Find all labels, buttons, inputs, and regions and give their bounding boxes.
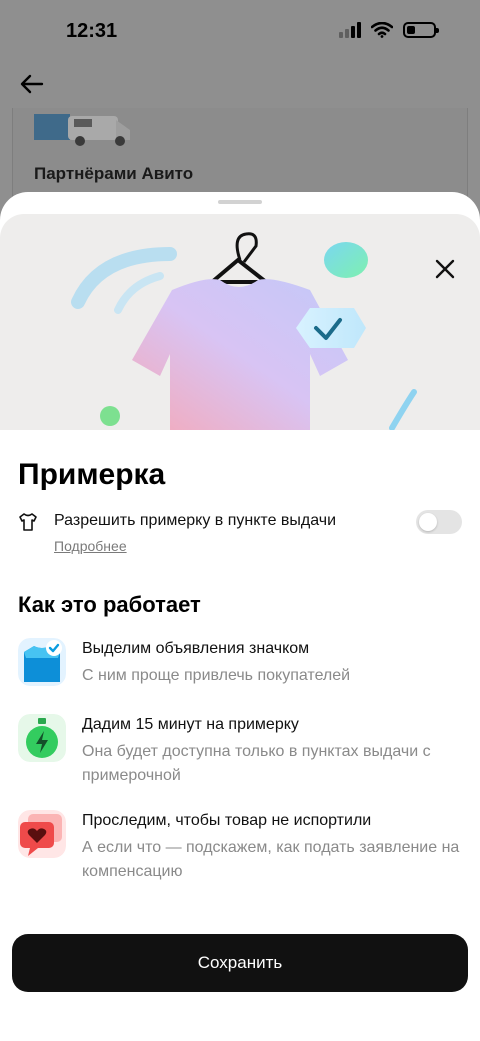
- feature-title: Проследим, чтобы товар не испортили: [82, 812, 372, 829]
- badge-icon: [18, 638, 66, 686]
- status-time: 12:31: [66, 20, 118, 42]
- bottom-sheet: Примерка Разрешить примерку в пункте выд…: [0, 192, 480, 1041]
- partner-label: Партнёрами Авито: [34, 164, 194, 183]
- battery-icon: [403, 22, 439, 38]
- feature-item: Проследим, чтобы товар не испортили А ес…: [18, 810, 468, 880]
- feature-description: А если что — подскажем, как подать заявл…: [82, 839, 460, 880]
- status-bar: 12:31: [0, 0, 480, 64]
- feature-title: Дадим 15 минут на примерку: [82, 716, 299, 733]
- timer-icon: [18, 714, 66, 762]
- feature-title: Выделим объявления значком: [82, 640, 310, 657]
- toggle-knob: [419, 513, 437, 531]
- status-icons: [339, 22, 439, 38]
- sheet-handle[interactable]: [218, 200, 262, 204]
- heart-message-icon: [18, 810, 66, 858]
- back-arrow-icon[interactable]: [18, 70, 46, 98]
- feature-description: Она будет доступна только в пунктах выда…: [82, 743, 431, 784]
- close-icon[interactable]: [432, 256, 458, 282]
- hero-illustration: [0, 214, 480, 430]
- feature-item: Дадим 15 минут на примерку Она будет дос…: [18, 714, 468, 784]
- wifi-icon: [371, 22, 393, 38]
- how-it-works-title: Как это работает: [18, 592, 201, 617]
- feature-description: С ним проще привлечь покупателей: [82, 667, 351, 684]
- feature-item: Выделим объявления значком С ним проще п…: [18, 638, 468, 688]
- tshirt-icon: [19, 513, 37, 531]
- sheet-title: Примерка: [18, 458, 166, 491]
- tshirt-hanger-illustration: [71, 232, 417, 430]
- more-link[interactable]: Подробнее: [54, 538, 127, 554]
- save-button[interactable]: Сохранить: [12, 934, 468, 992]
- fitting-toggle-row: Разрешить примерку в пункте выдачи: [18, 510, 462, 534]
- fitting-toggle[interactable]: [416, 510, 462, 534]
- signal-icon: [339, 22, 361, 38]
- fitting-toggle-label: Разрешить примерку в пункте выдачи: [54, 512, 337, 529]
- van-image: [34, 114, 130, 146]
